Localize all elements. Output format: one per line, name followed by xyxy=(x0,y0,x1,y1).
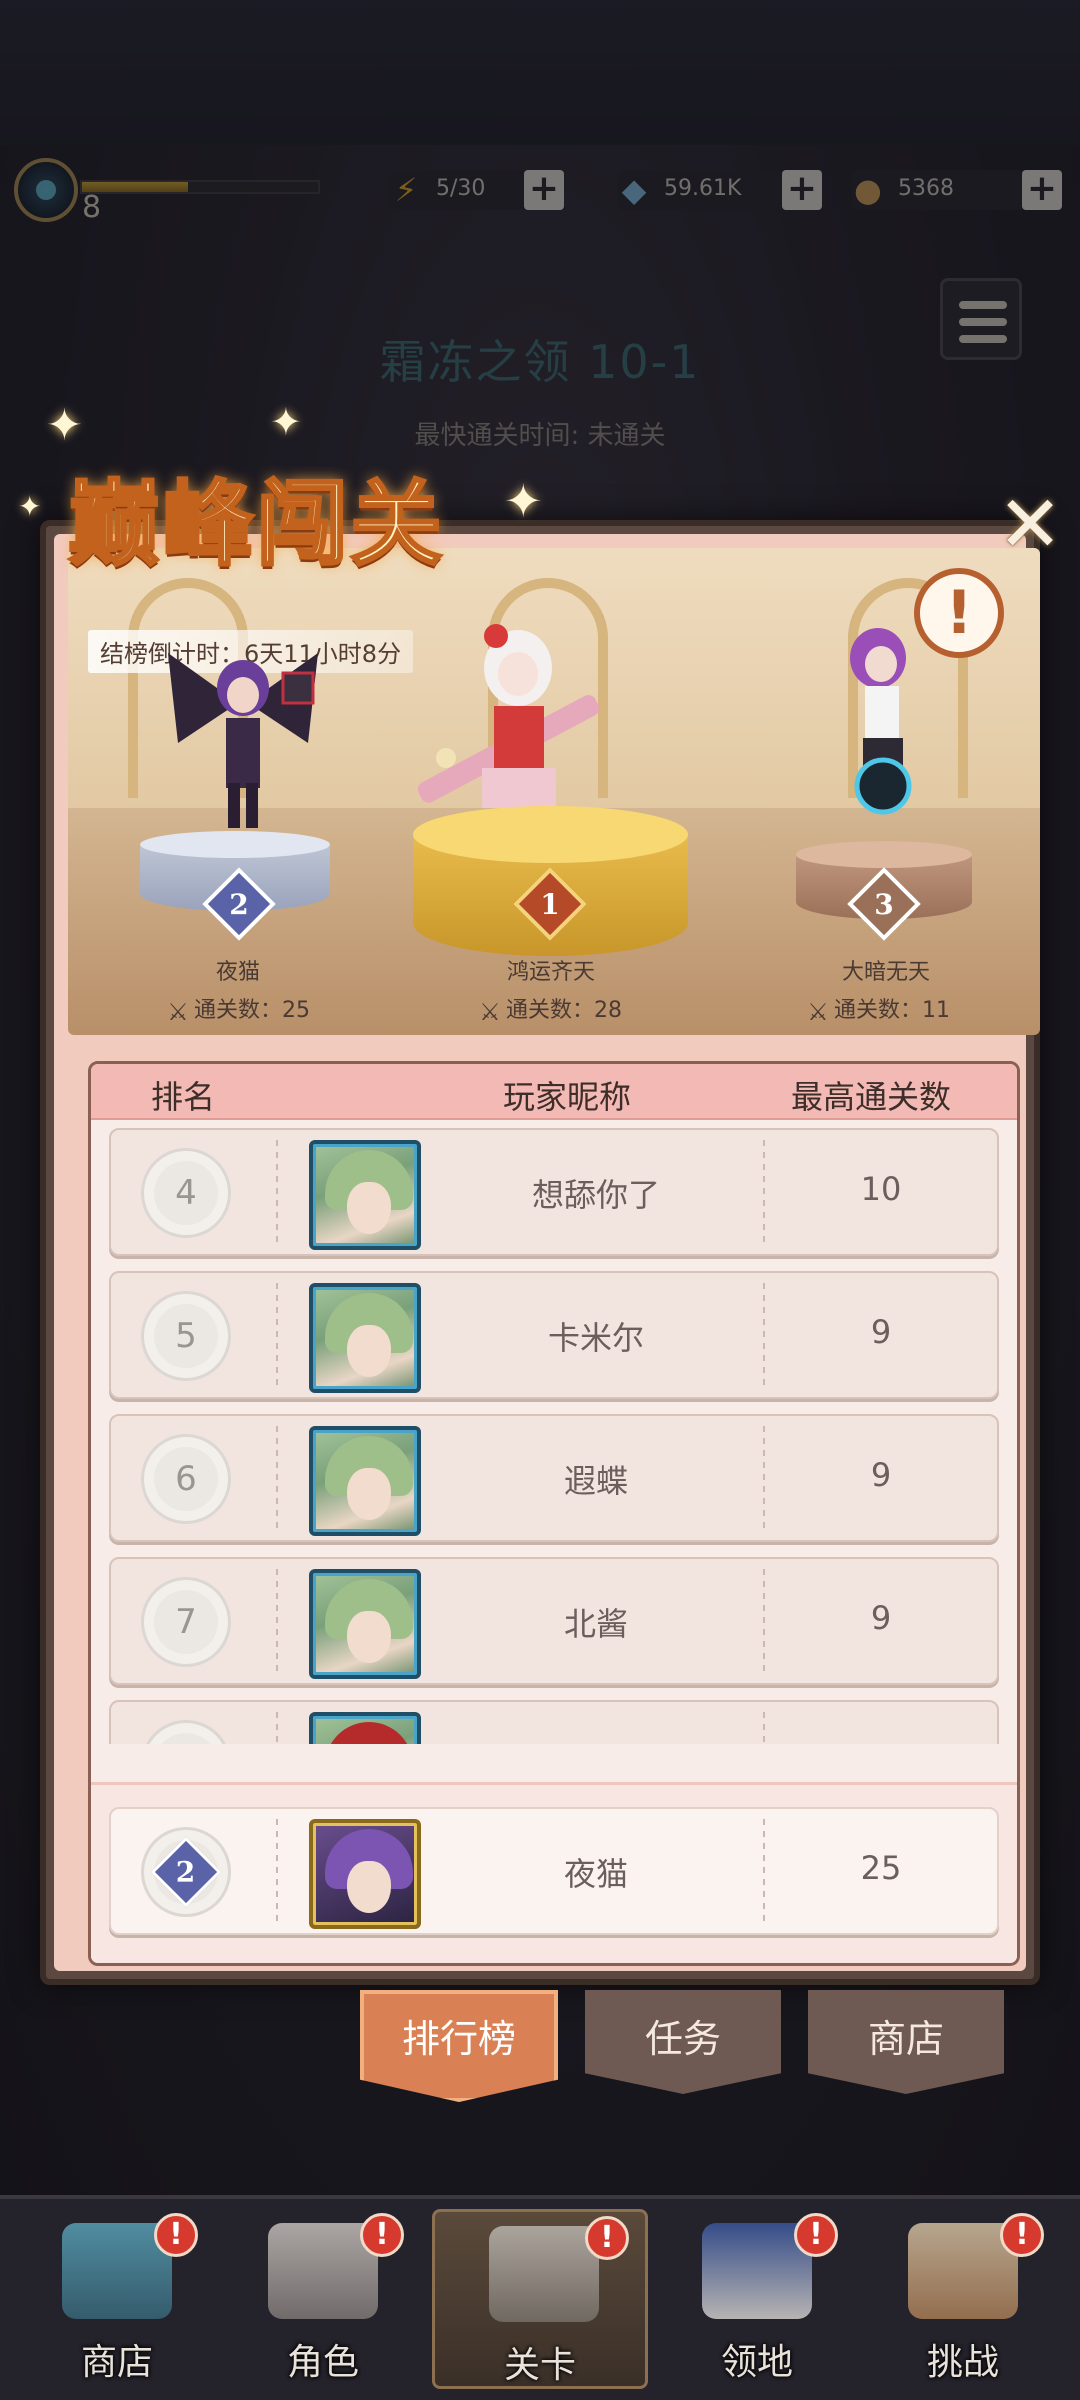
tab-shop[interactable]: 商店 xyxy=(808,1990,1004,2094)
sparkle-icon: ✦ xyxy=(270,400,302,444)
rank2-stat: ⚔ 通关数：25 xyxy=(118,992,358,1026)
avatar xyxy=(309,1283,421,1393)
avatar xyxy=(309,1140,421,1250)
tab-tasks[interactable]: 任务 xyxy=(585,1990,781,2094)
row-divider xyxy=(276,1283,278,1391)
avatar xyxy=(309,1569,421,1679)
close-icon[interactable]: ✕ xyxy=(994,486,1066,564)
sword-shield-icon: ⚔ xyxy=(807,998,829,1026)
rank3-number: 3 xyxy=(874,887,894,921)
row-divider xyxy=(276,1426,278,1534)
sword-shield-icon: ⚔ xyxy=(167,998,189,1026)
sparkle-icon: ✦ xyxy=(504,474,543,528)
player-score: 9 xyxy=(870,1599,892,1637)
nav-label: 领地 xyxy=(720,2342,793,2383)
nav-item-characters[interactable]: ! 角色 xyxy=(228,2209,418,2389)
table-row[interactable]: 7 北酱 9 xyxy=(109,1557,999,1685)
nav-label: 关卡 xyxy=(503,2345,576,2386)
nav-label: 商店 xyxy=(80,2342,153,2383)
row-divider xyxy=(763,1712,765,1744)
nav-item-shop[interactable]: ! 商店 xyxy=(22,2209,212,2389)
player-name: 301067176 xyxy=(441,1742,751,1744)
my-score: 25 xyxy=(860,1849,902,1887)
rank2-medal-small: 2 xyxy=(150,1836,222,1908)
avatar xyxy=(309,1712,421,1744)
rank1-number: 1 xyxy=(540,887,560,921)
col-score-header: 最高通关数 xyxy=(791,1078,952,1116)
sparkle-icon: ✦ xyxy=(46,400,83,451)
nav-label: 挑战 xyxy=(926,2342,999,2383)
modal-title-banner: 巅峰闯关 xyxy=(20,440,540,580)
rank3-character xyxy=(823,618,943,818)
nav-item-stages[interactable]: ! 关卡 xyxy=(432,2209,648,2389)
nav-label: 角色 xyxy=(286,2342,359,2383)
player-name: 遐蝶 xyxy=(563,1462,628,1500)
player-name: 卡米尔 xyxy=(547,1319,644,1357)
my-rank: 2 xyxy=(141,1827,231,1917)
rank1-stat: ⚔ 通关数：28 xyxy=(430,992,670,1026)
rank-number: 8 xyxy=(141,1720,231,1744)
player-name: 北酱 xyxy=(563,1605,628,1643)
sparkle-icon: ✦ xyxy=(18,490,42,523)
player-score: 9 xyxy=(761,1742,1001,1744)
modal-title: 巅峰闯关 xyxy=(66,469,445,580)
player-score: 10 xyxy=(860,1170,902,1208)
crossed-swords-icon xyxy=(489,2226,599,2322)
table-row[interactable]: 6 遐蝶 9 xyxy=(109,1414,999,1542)
tab-ranking[interactable]: 排行榜 xyxy=(360,1990,558,2102)
row-divider xyxy=(276,1569,278,1677)
rank2-number: 2 xyxy=(229,887,249,921)
bottom-nav: ! 商店 ! 角色 ! 关卡 ! 领地 ! 挑战 xyxy=(0,2195,1080,2400)
my-name: 夜猫 xyxy=(563,1855,628,1893)
nav-item-challenge[interactable]: ! 挑战 xyxy=(868,2209,1058,2389)
notification-badge: ! xyxy=(360,2213,404,2257)
rank1-name: 鸿运齐天 xyxy=(506,960,595,985)
table-row[interactable]: 5 卡米尔 9 xyxy=(109,1271,999,1399)
player-score: 9 xyxy=(870,1313,892,1351)
notification-badge: ! xyxy=(585,2216,629,2260)
rank3-stat-label: 通关数：11 xyxy=(834,998,950,1023)
my-rank-number: 2 xyxy=(176,1855,196,1889)
player-score: 9 xyxy=(870,1456,892,1494)
notification-badge: ! xyxy=(794,2213,838,2257)
sword-shield-icon: ⚔ xyxy=(479,998,501,1026)
rank2-character xyxy=(148,633,338,833)
player-name: 想舔你了 xyxy=(531,1176,660,1214)
rank-number: 4 xyxy=(141,1148,231,1238)
my-ranking-section: 2 夜猫 25 xyxy=(91,1782,1017,1963)
modal-body: 结榜倒计时：6天11小时8分 ! 2 夜猫 ⚔ 通关数：25 1 鸿运齐天 ⚔ … xyxy=(54,534,1040,1971)
rank3-stat: ⚔ 通关数：11 xyxy=(758,992,998,1026)
avatar xyxy=(309,1426,421,1536)
my-avatar xyxy=(309,1819,421,1929)
rank-number: 5 xyxy=(141,1291,231,1381)
table-row[interactable]: 4 想舔你了 10 xyxy=(109,1128,999,1256)
ranking-table: 排名 玩家昵称 最高通关数 4 想舔你了 10 5 卡米尔 9 6 遐蝶 9 7… xyxy=(88,1061,1020,1966)
rank-number: 7 xyxy=(141,1577,231,1667)
table-header: 排名 玩家昵称 最高通关数 xyxy=(91,1064,1017,1120)
rank1-stat-label: 通关数：28 xyxy=(506,998,622,1023)
table-row[interactable]: 8 301067176 9 xyxy=(109,1700,999,1744)
rank-number: 6 xyxy=(141,1434,231,1524)
col-rank-header: 排名 xyxy=(151,1078,216,1116)
notification-badge: ! xyxy=(154,2213,198,2257)
my-ranking-row[interactable]: 2 夜猫 25 xyxy=(109,1807,999,1935)
rank2-name: 夜猫 xyxy=(215,960,260,985)
peak-challenge-modal: 结榜倒计时：6天11小时8分 ! 2 夜猫 ⚔ 通关数：25 1 鸿运齐天 ⚔ … xyxy=(40,520,1040,1985)
podium-area: 结榜倒计时：6天11小时8分 ! 2 夜猫 ⚔ 通关数：25 1 鸿运齐天 ⚔ … xyxy=(68,548,1040,1035)
nav-item-territory[interactable]: ! 领地 xyxy=(662,2209,852,2389)
ranking-list[interactable]: 4 想舔你了 10 5 卡米尔 9 6 遐蝶 9 7 北酱 9 xyxy=(91,1124,1017,1744)
row-divider xyxy=(276,1819,278,1927)
notification-badge: ! xyxy=(1000,2213,1044,2257)
rank2-stat-label: 通关数：25 xyxy=(194,998,310,1023)
col-name-header: 玩家昵称 xyxy=(503,1078,632,1116)
rank3-name: 大暗无天 xyxy=(841,960,930,985)
rank1-character xyxy=(368,608,638,838)
row-divider xyxy=(276,1140,278,1248)
row-divider xyxy=(276,1712,278,1744)
